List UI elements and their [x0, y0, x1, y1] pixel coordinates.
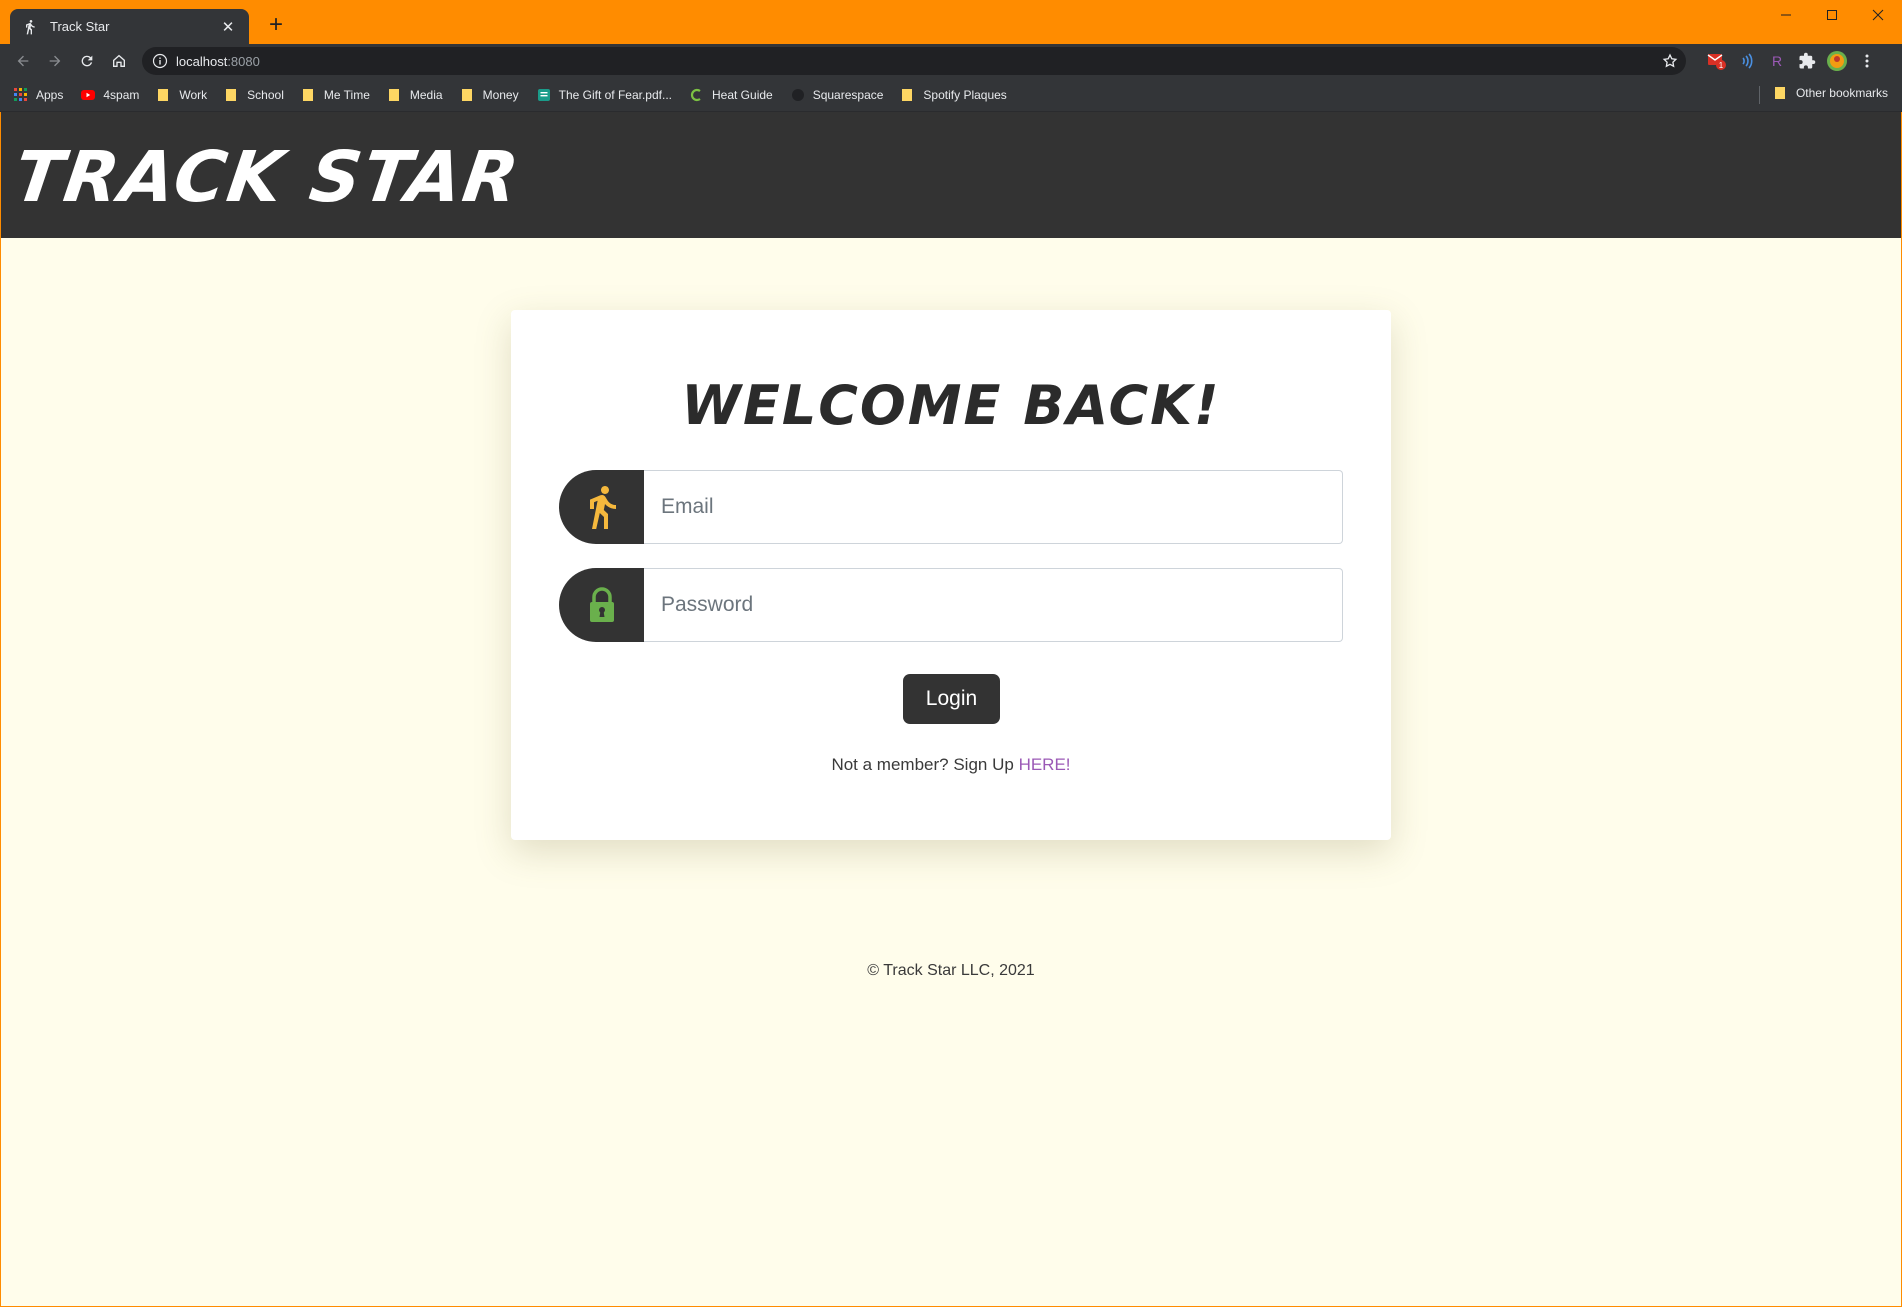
bookmark-money[interactable]: Money — [461, 88, 519, 102]
bookmark-label: Spotify Plaques — [923, 87, 1007, 102]
window-minimize-button[interactable] — [1763, 4, 1809, 26]
bookmark-star-icon[interactable] — [1662, 53, 1678, 69]
bookmark-label: School — [247, 87, 284, 102]
minimize-icon — [1781, 14, 1791, 16]
site-header: TRACK STAR — [1, 112, 1901, 238]
page-viewport: TRACK STAR WELCOME BACK! Login Not a mem… — [1, 112, 1901, 1306]
bookmark-work[interactable]: Work — [157, 88, 207, 102]
browser-menu-icon[interactable] — [1856, 50, 1878, 72]
folder-icon — [157, 88, 171, 102]
url-host: localhost — [176, 53, 228, 69]
bookmark-label: Media — [409, 87, 443, 102]
page-title: WELCOME BACK! — [681, 374, 1221, 437]
lock-icon — [559, 568, 644, 642]
document-icon — [537, 88, 551, 102]
footer-copyright: © Track Star LLC, 2021 — [867, 962, 1035, 979]
back-button[interactable] — [8, 46, 38, 76]
bookmark-squarespace[interactable]: Squarespace — [791, 87, 884, 102]
apps-grid-icon — [14, 87, 28, 102]
bookmark-label: 4spam — [103, 87, 140, 102]
address-bar[interactable]: localhost:8080 — [142, 47, 1686, 75]
folder-icon — [461, 88, 475, 102]
info-icon[interactable] — [152, 53, 168, 69]
bookmark-apps[interactable]: Apps — [14, 87, 64, 102]
password-group — [559, 568, 1343, 642]
other-bookmarks[interactable]: Other bookmarks — [1774, 86, 1888, 100]
bookmarks-separator — [1759, 86, 1760, 104]
window-close-button[interactable] — [1855, 4, 1901, 26]
runner-favicon-icon — [22, 19, 38, 35]
gmail-checker-extension-icon[interactable]: 1 — [1706, 50, 1728, 72]
folder-icon — [1774, 86, 1788, 100]
arrow-right-icon — [49, 55, 61, 67]
reload-icon — [81, 55, 93, 67]
bookmark-label: Work — [179, 87, 208, 102]
bookmarks-bar: Apps 4spam Work School Me Time Media Mon… — [0, 78, 1902, 112]
extensions-puzzle-icon[interactable] — [1796, 50, 1818, 72]
bookmark-label: The Gift of Fear.pdf... — [558, 87, 672, 102]
heat-guide-icon — [690, 88, 704, 102]
new-tab-button[interactable]: + — [263, 13, 289, 39]
youtube-icon — [81, 88, 96, 102]
login-card: WELCOME BACK! Login Not a member? Sign U… — [511, 310, 1391, 840]
bookmark-label: Apps — [36, 87, 64, 102]
extension-badge: 1 — [1719, 61, 1724, 70]
tab-close-icon[interactable]: ✕ — [219, 18, 237, 36]
home-icon — [113, 54, 125, 67]
bookmark-label: Heat Guide — [712, 87, 773, 102]
bookmark-me-time[interactable]: Me Time — [302, 88, 370, 102]
forward-button[interactable] — [40, 46, 70, 76]
url-port: :8080 — [227, 53, 260, 69]
signup-prompt: Not a member? Sign Up HERE! — [511, 755, 1391, 775]
bookmark-spotify-plaques[interactable]: Spotify Plaques — [901, 87, 1007, 102]
window-maximize-button[interactable] — [1809, 4, 1855, 26]
signup-link[interactable]: HERE! — [1019, 755, 1071, 774]
folder-icon — [388, 88, 402, 102]
browser-toolbar: localhost:8080 1 R — [0, 44, 1902, 78]
maximize-icon — [1827, 10, 1837, 20]
password-input[interactable] — [644, 568, 1343, 642]
signup-prompt-text: Not a member? Sign Up — [831, 755, 1014, 774]
extensions-area: 1 R — [1706, 50, 1878, 72]
bookmark-gift-of-fear[interactable]: The Gift of Fear.pdf... — [537, 88, 672, 102]
svg-text:R: R — [1772, 53, 1782, 69]
browser-tab[interactable]: Track Star ✕ — [10, 9, 249, 44]
profile-avatar-icon[interactable] — [1826, 50, 1848, 72]
site-logo[interactable]: TRACK STAR — [9, 136, 525, 218]
r-extension-icon[interactable]: R — [1766, 50, 1788, 72]
bookmark-4spam[interactable]: 4spam — [81, 88, 139, 102]
bookmark-media[interactable]: Media — [388, 88, 443, 102]
bookmark-label: Me Time — [323, 87, 370, 102]
tab-title: Track Star — [50, 19, 110, 34]
email-group — [559, 470, 1343, 544]
bookmark-school[interactable]: School — [225, 88, 284, 102]
reload-button[interactable] — [72, 46, 102, 76]
home-button[interactable] — [104, 46, 134, 76]
read-aloud-extension-icon[interactable] — [1736, 50, 1758, 72]
other-bookmarks-label: Other bookmarks — [1795, 86, 1888, 100]
email-input[interactable] — [644, 470, 1343, 544]
title-bar: Track Star ✕ + — [0, 0, 1902, 44]
runner-icon — [559, 470, 644, 544]
bookmark-heat-guide[interactable]: Heat Guide — [690, 88, 773, 102]
bookmark-label: Money — [482, 87, 519, 102]
folder-icon — [302, 88, 316, 102]
arrow-left-icon — [17, 55, 29, 67]
bookmark-label: Squarespace — [812, 87, 884, 102]
folder-icon — [225, 88, 239, 102]
folder-icon — [901, 88, 915, 102]
squarespace-icon — [791, 88, 805, 102]
close-icon — [1872, 9, 1884, 21]
login-button[interactable]: Login — [903, 674, 1000, 724]
